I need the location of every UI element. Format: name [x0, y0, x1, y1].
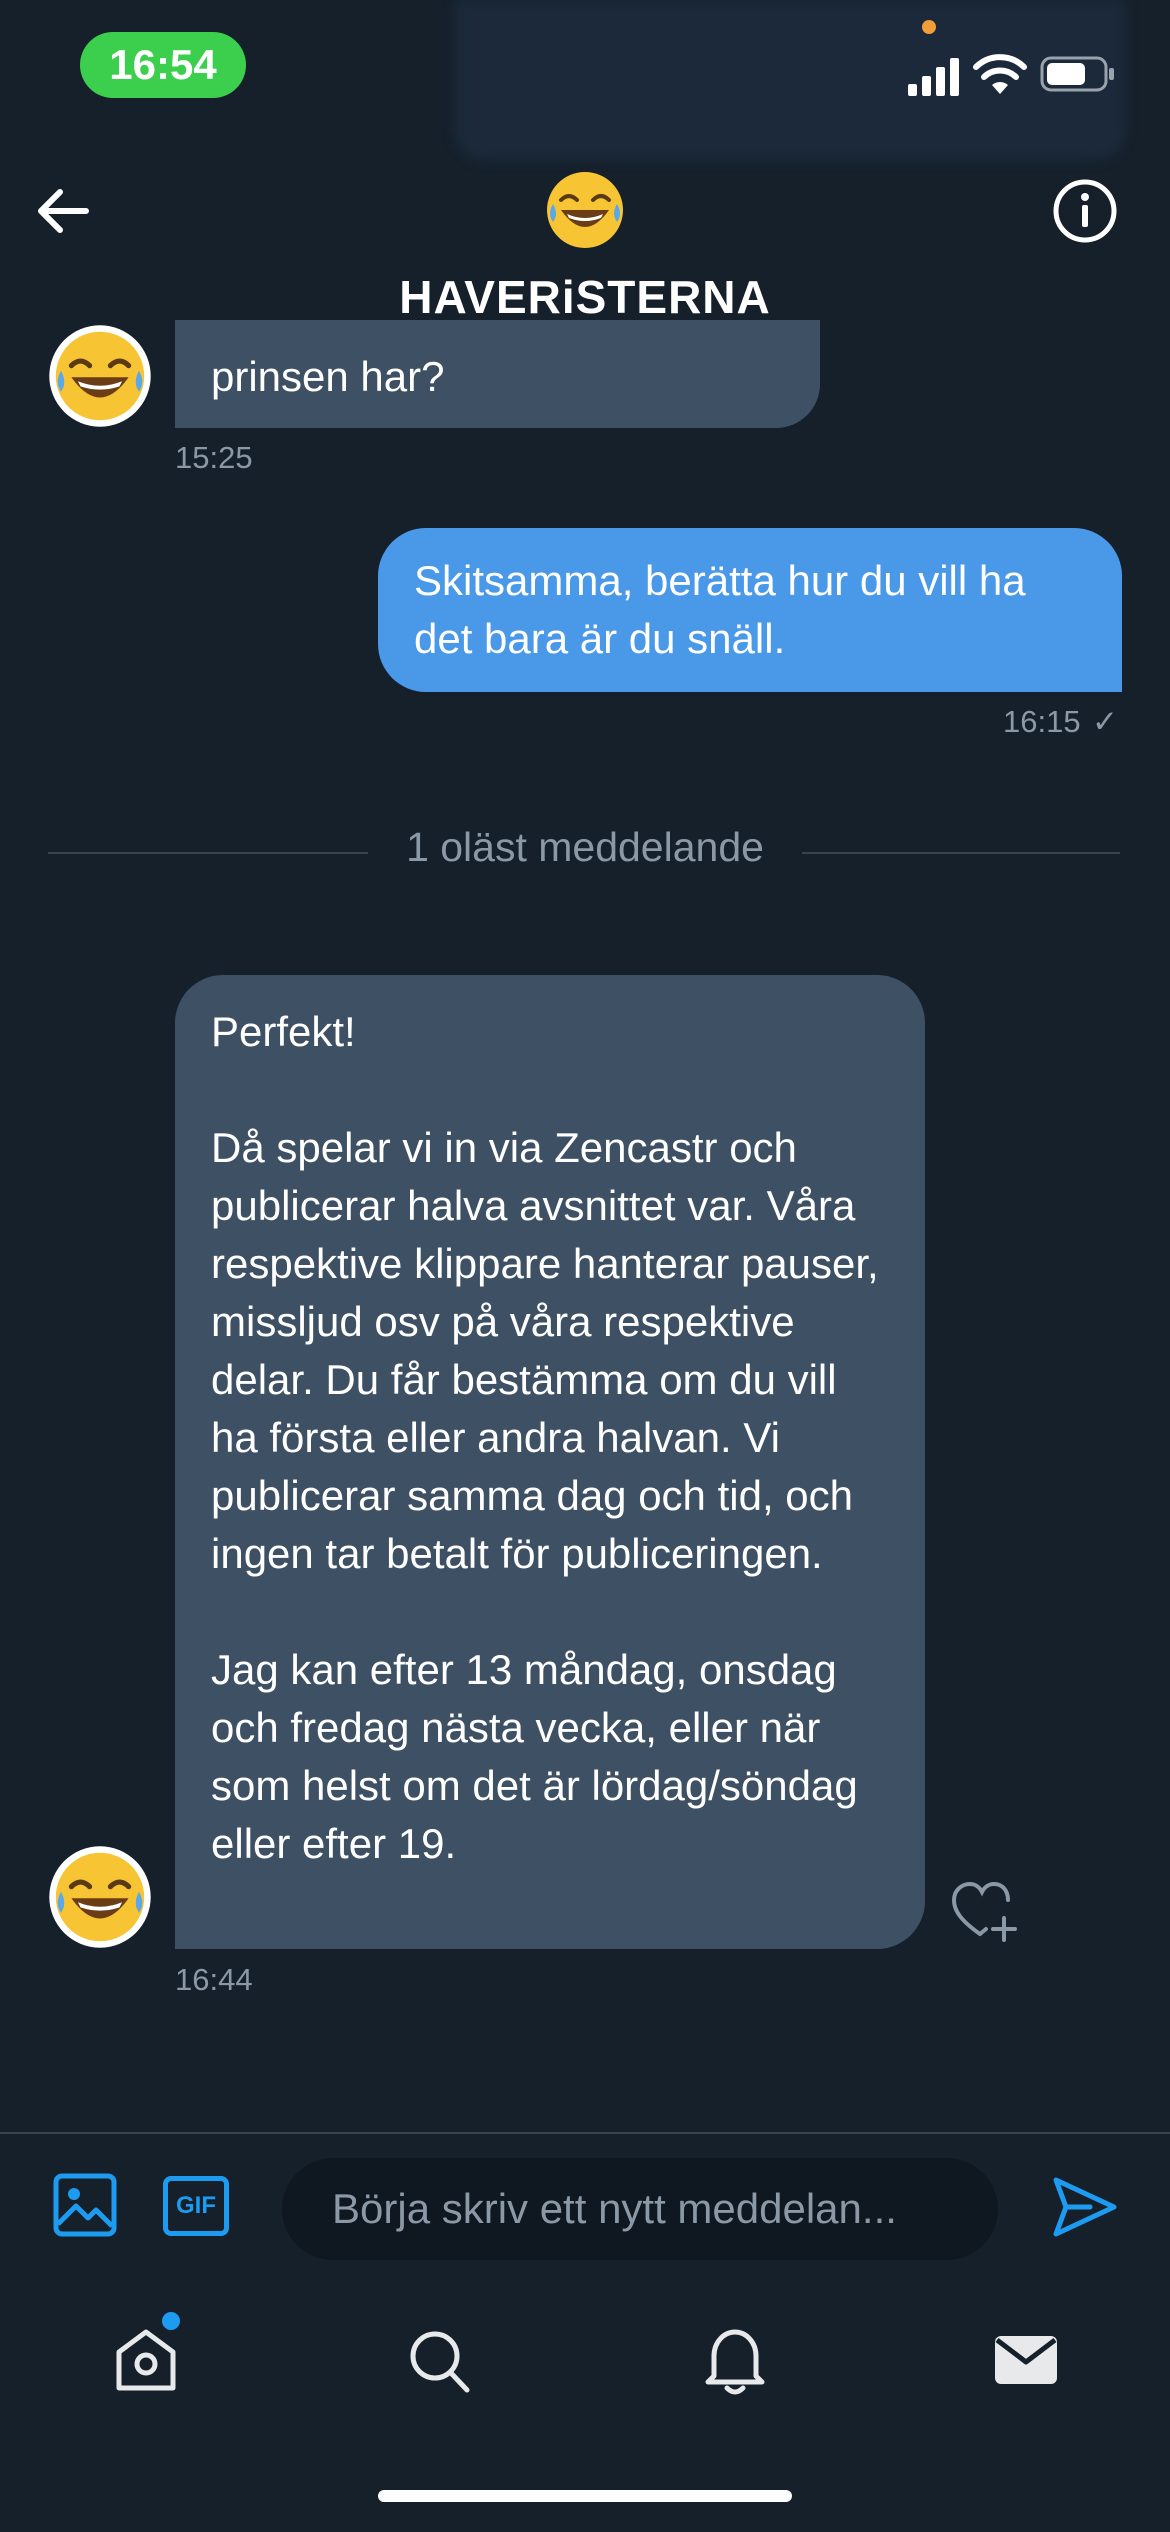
- info-icon[interactable]: [1052, 178, 1118, 244]
- message-bubble-incoming[interactable]: Perfekt! Då spelar vi in via Zencastr oc…: [175, 975, 925, 1949]
- mail-icon[interactable]: [991, 2324, 1061, 2396]
- wifi-icon: [973, 54, 1027, 94]
- heart-plus-icon[interactable]: [950, 1878, 1022, 1942]
- battery-icon: [1040, 56, 1114, 92]
- gif-button[interactable]: GIF: [163, 2176, 229, 2236]
- message-timestamp: 16:15: [1003, 704, 1081, 739]
- message-input[interactable]: [282, 2158, 998, 2260]
- message-timestamp: 16:44: [175, 1962, 253, 1997]
- sender-avatar[interactable]: [48, 1845, 152, 1949]
- search-icon[interactable]: [405, 2324, 475, 2396]
- sender-avatar[interactable]: [48, 324, 152, 428]
- divider-line-right: [802, 852, 1120, 854]
- back-arrow-icon[interactable]: [30, 178, 96, 244]
- status-time[interactable]: 16:54: [80, 32, 246, 98]
- bell-icon[interactable]: [700, 2324, 770, 2396]
- dm-conversation-screen: 16:54 HAVERiSTERNA prinsen har? 15:25 Sk…: [0, 0, 1170, 2532]
- read-checkmark-icon: ✓: [1092, 704, 1118, 739]
- cellular-signal-icon: [908, 58, 959, 96]
- group-avatar[interactable]: [545, 170, 625, 250]
- unread-divider: 1 oläst meddelande: [406, 824, 764, 870]
- status-bar: 16:54: [0, 0, 1170, 160]
- image-icon[interactable]: [52, 2172, 118, 2238]
- message-composer: GIF: [0, 2132, 1170, 2282]
- message-timestamp: 15:25: [175, 440, 253, 475]
- divider-line-left: [48, 852, 368, 854]
- privacy-indicator-dot: [922, 20, 936, 34]
- message-bubble-incoming[interactable]: prinsen har?: [175, 320, 820, 428]
- send-icon[interactable]: [1050, 2172, 1120, 2242]
- message-bubble-outgoing[interactable]: Skitsamma, berätta hur du vill ha det ba…: [378, 528, 1122, 692]
- conversation-header: HAVERiSTERNA: [0, 140, 1170, 350]
- home-indicator[interactable]: [378, 2490, 792, 2502]
- conversation-title[interactable]: HAVERiSTERNA: [0, 270, 1170, 324]
- home-icon[interactable]: [111, 2324, 181, 2396]
- new-items-dot: [162, 2312, 180, 2330]
